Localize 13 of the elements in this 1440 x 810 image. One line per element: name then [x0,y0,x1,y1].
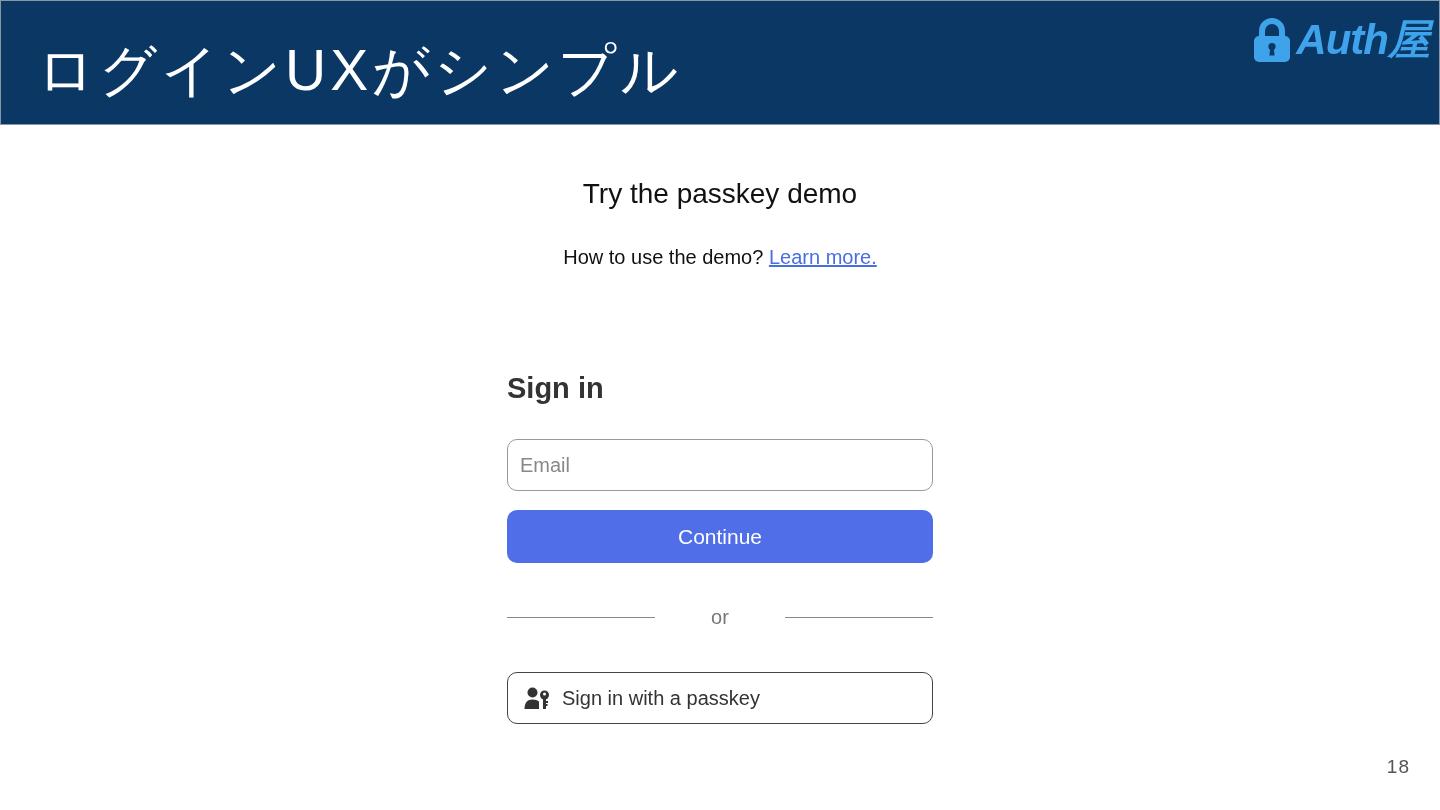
demo-heading: Try the passkey demo [582,177,858,211]
slide-title: ログインUXがシンプル [37,37,683,103]
person-key-icon [524,687,550,709]
help-text: How to use the demo? Learn more. [563,245,877,269]
divider-label: or [710,605,730,629]
learn-more-link[interactable]: Learn more. [768,246,877,268]
page-number: 18 [1386,756,1410,778]
sign-in-heading: Sign in [507,371,604,405]
logo-text: Auth屋 [1294,15,1437,65]
continue-button[interactable]: Continue [507,510,933,563]
passkey-sign-in-button[interactable]: Sign in with a passkey [507,672,933,724]
padlock-icon [1254,18,1291,62]
email-input[interactable]: Email [507,439,933,491]
